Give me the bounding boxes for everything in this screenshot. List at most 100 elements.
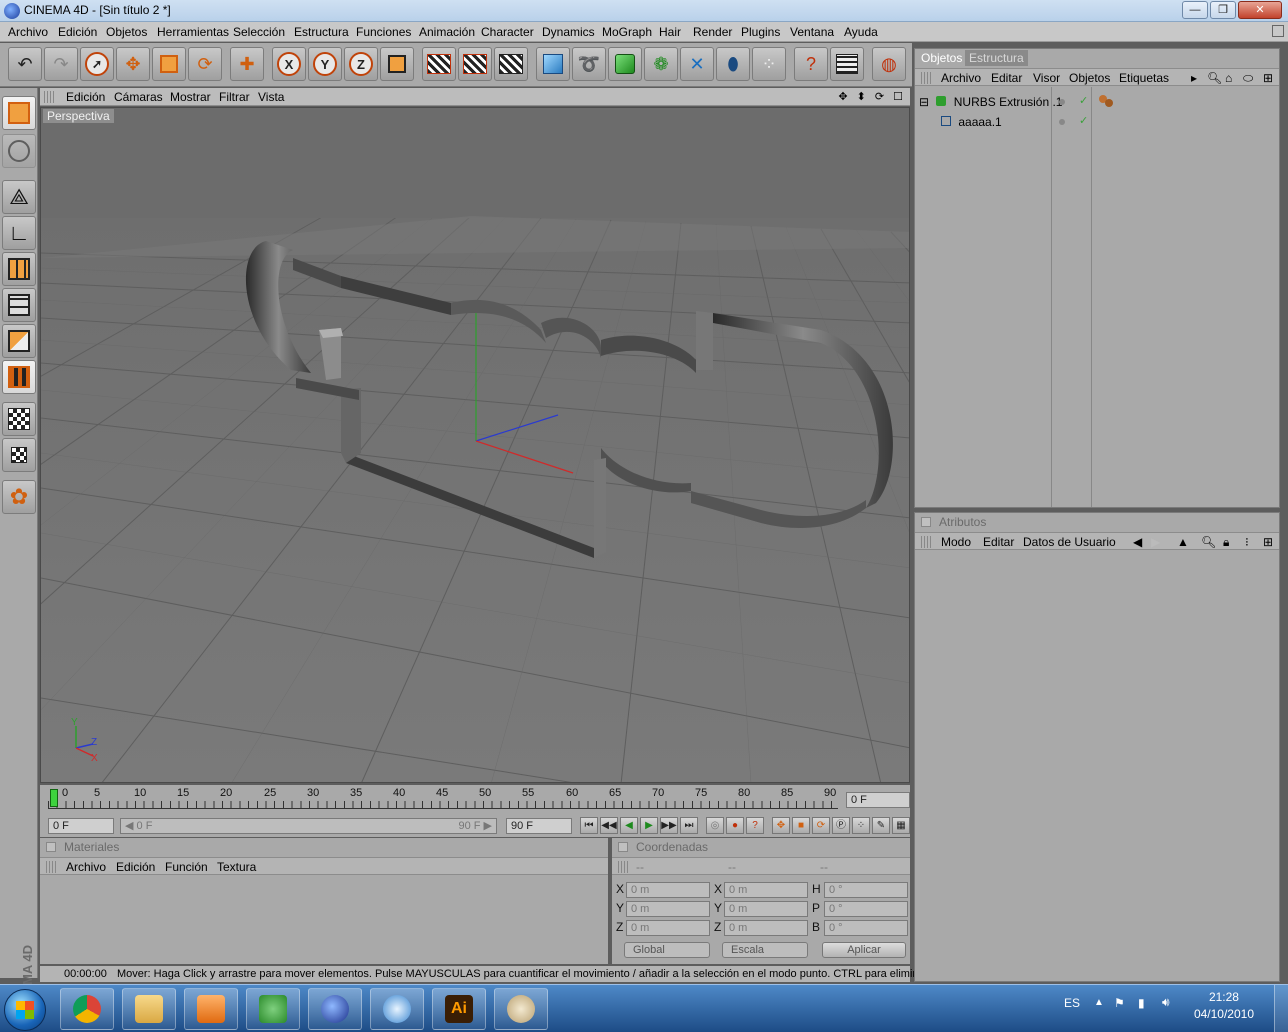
paint-icon[interactable]: ✿: [2, 480, 36, 514]
scene-canvas[interactable]: Y Z X: [41, 108, 910, 783]
grip-icon[interactable]: [921, 536, 931, 548]
y-axis-lock-icon[interactable]: Y: [308, 47, 342, 81]
web-icon[interactable]: ◍: [872, 47, 906, 81]
apply-button[interactable]: Aplicar: [822, 942, 906, 958]
start-button[interactable]: [4, 989, 46, 1031]
volume-icon[interactable]: 🔊︎: [1162, 995, 1170, 1010]
menu-dynamics[interactable]: Dynamics: [542, 25, 595, 39]
autokey-icon[interactable]: ◎: [706, 817, 724, 834]
rotate-tool-icon[interactable]: ⟳: [188, 47, 222, 81]
go-to-end-button[interactable]: ⏭: [680, 817, 698, 834]
array-icon[interactable]: ❁: [644, 47, 678, 81]
start-frame-field[interactable]: 0 F: [48, 818, 114, 834]
key-rotation-icon[interactable]: ⟳: [812, 817, 830, 834]
taskbar-explorer[interactable]: [122, 988, 176, 1030]
menu-animacion[interactable]: Animación: [419, 25, 475, 39]
undo-icon[interactable]: ↶: [8, 47, 42, 81]
taskbar-quicktime[interactable]: [370, 988, 424, 1030]
play-backwards-button[interactable]: ◀: [620, 817, 638, 834]
size-x-field[interactable]: 0 m: [724, 882, 808, 898]
link-icon[interactable]: ⬭: [1243, 71, 1253, 86]
network-warning-icon[interactable]: ⚑: [1114, 996, 1125, 1010]
lock-icon[interactable]: 🔒︎: [1223, 535, 1229, 550]
new-view-icon[interactable]: ⊞: [1263, 71, 1273, 85]
menu-archivo[interactable]: Archivo: [8, 25, 48, 39]
close-button[interactable]: ✕: [1238, 1, 1282, 19]
play-forwards-button[interactable]: ▶: [640, 817, 658, 834]
objects-menu-objetos[interactable]: Objetos: [1069, 71, 1110, 85]
taskbar-messenger[interactable]: [246, 988, 300, 1030]
go-to-start-button[interactable]: ⏮: [580, 817, 598, 834]
materials-menu-edicion[interactable]: Edición: [116, 860, 155, 874]
workplane-icon[interactable]: [2, 324, 36, 358]
materials-menu-textura[interactable]: Textura: [217, 860, 256, 874]
keyframe-selection-icon[interactable]: ?: [746, 817, 764, 834]
taskbar-cinema4d[interactable]: [308, 988, 362, 1030]
materials-menu-archivo[interactable]: Archivo: [66, 860, 106, 874]
grip-icon[interactable]: [618, 861, 628, 873]
tweak-mode-icon[interactable]: [2, 438, 36, 472]
object-axis-icon[interactable]: [2, 134, 36, 168]
show-desktop-button[interactable]: [1274, 985, 1288, 1032]
enabled-check-icon[interactable]: ✓: [1079, 114, 1088, 127]
perspective-viewport[interactable]: Y Z X Perspectiva: [40, 107, 910, 783]
system-clock[interactable]: 21:28 04/10/2010: [1194, 989, 1254, 1023]
rotation-h-field[interactable]: 0 °: [824, 882, 908, 898]
coordinate-system-icon[interactable]: [380, 47, 414, 81]
up-arrow-icon[interactable]: ▲: [1177, 535, 1189, 549]
time-cursor[interactable]: [50, 789, 58, 807]
taskbar-media-player[interactable]: [184, 988, 238, 1030]
search-icon[interactable]: 🔍︎: [1207, 71, 1222, 85]
animation-mode-icon[interactable]: [2, 360, 36, 394]
move-tool-icon[interactable]: ✥: [116, 47, 150, 81]
attributes-menu-datos-usuario[interactable]: Datos de Usuario: [1023, 535, 1116, 549]
home-icon[interactable]: ⌂: [1225, 71, 1232, 85]
expand-icon[interactable]: ⊟: [919, 95, 929, 109]
back-arrow-icon[interactable]: ◀: [1133, 535, 1142, 549]
attributes-menu-editar[interactable]: Editar: [983, 535, 1014, 549]
live-selection-icon[interactable]: ➚: [80, 47, 114, 81]
z-axis-lock-icon[interactable]: Z: [344, 47, 378, 81]
taskbar-chrome[interactable]: [60, 988, 114, 1030]
texture-mode-icon[interactable]: [2, 288, 36, 322]
timeline-settings-icon[interactable]: ✎: [872, 817, 890, 834]
object-name[interactable]: aaaaa.1: [958, 115, 1001, 129]
current-frame-field[interactable]: 0 F: [846, 792, 910, 808]
edge-mode-icon[interactable]: ∟: [2, 216, 36, 250]
menu-render[interactable]: Render: [693, 25, 732, 39]
menu-herramientas[interactable]: Herramientas: [157, 25, 229, 39]
object-row-nurbs-extrusion[interactable]: ⊟ NURBS Extrusión .1: [919, 93, 1219, 111]
objects-menu-etiquetas[interactable]: Etiquetas: [1119, 71, 1169, 85]
point-mode-icon[interactable]: ⟁: [2, 180, 36, 214]
enabled-check-icon[interactable]: ✓: [1079, 94, 1088, 107]
end-frame-field[interactable]: 90 F: [506, 818, 572, 834]
objects-menu-archivo[interactable]: Archivo: [941, 71, 981, 85]
taskbar-paint[interactable]: [494, 988, 548, 1030]
objects-menu-editar[interactable]: Editar: [991, 71, 1022, 85]
nurbs-icon[interactable]: [608, 47, 642, 81]
redo-icon[interactable]: ↷: [44, 47, 78, 81]
render-settings-icon[interactable]: [494, 47, 528, 81]
minimize-button[interactable]: —: [1182, 1, 1208, 19]
panel-toggle-icon[interactable]: [46, 842, 56, 852]
size-y-field[interactable]: 0 m: [724, 901, 808, 917]
grip-icon[interactable]: [921, 72, 931, 84]
menu-ayuda[interactable]: Ayuda: [844, 25, 878, 39]
tab-objetos[interactable]: Objetos: [917, 50, 967, 66]
key-parameter-icon[interactable]: Ⓟ: [832, 817, 850, 834]
panel-toggle-icon[interactable]: [618, 842, 628, 852]
x-axis-lock-icon[interactable]: X: [272, 47, 306, 81]
size-mode-select[interactable]: Escala: [722, 942, 808, 958]
viewport-nav-icons[interactable]: ✥ ⬍ ⟳ ☐: [838, 90, 906, 103]
layout-corner-icon[interactable]: [1272, 25, 1284, 37]
scene-object-icon[interactable]: ⬮: [716, 47, 750, 81]
cube-object-icon[interactable]: [536, 47, 570, 81]
menu-seleccion[interactable]: Selección: [233, 25, 285, 39]
submenu-arrow-icon[interactable]: ▸: [1191, 71, 1197, 85]
checkerboard-icon[interactable]: [2, 402, 36, 436]
move-icon[interactable]: ✚: [230, 47, 264, 81]
maximize-button[interactable]: ❐: [1210, 1, 1236, 19]
help-icon[interactable]: ?: [794, 47, 828, 81]
previous-key-button[interactable]: ◀◀: [600, 817, 618, 834]
key-position-icon[interactable]: ✥: [772, 817, 790, 834]
